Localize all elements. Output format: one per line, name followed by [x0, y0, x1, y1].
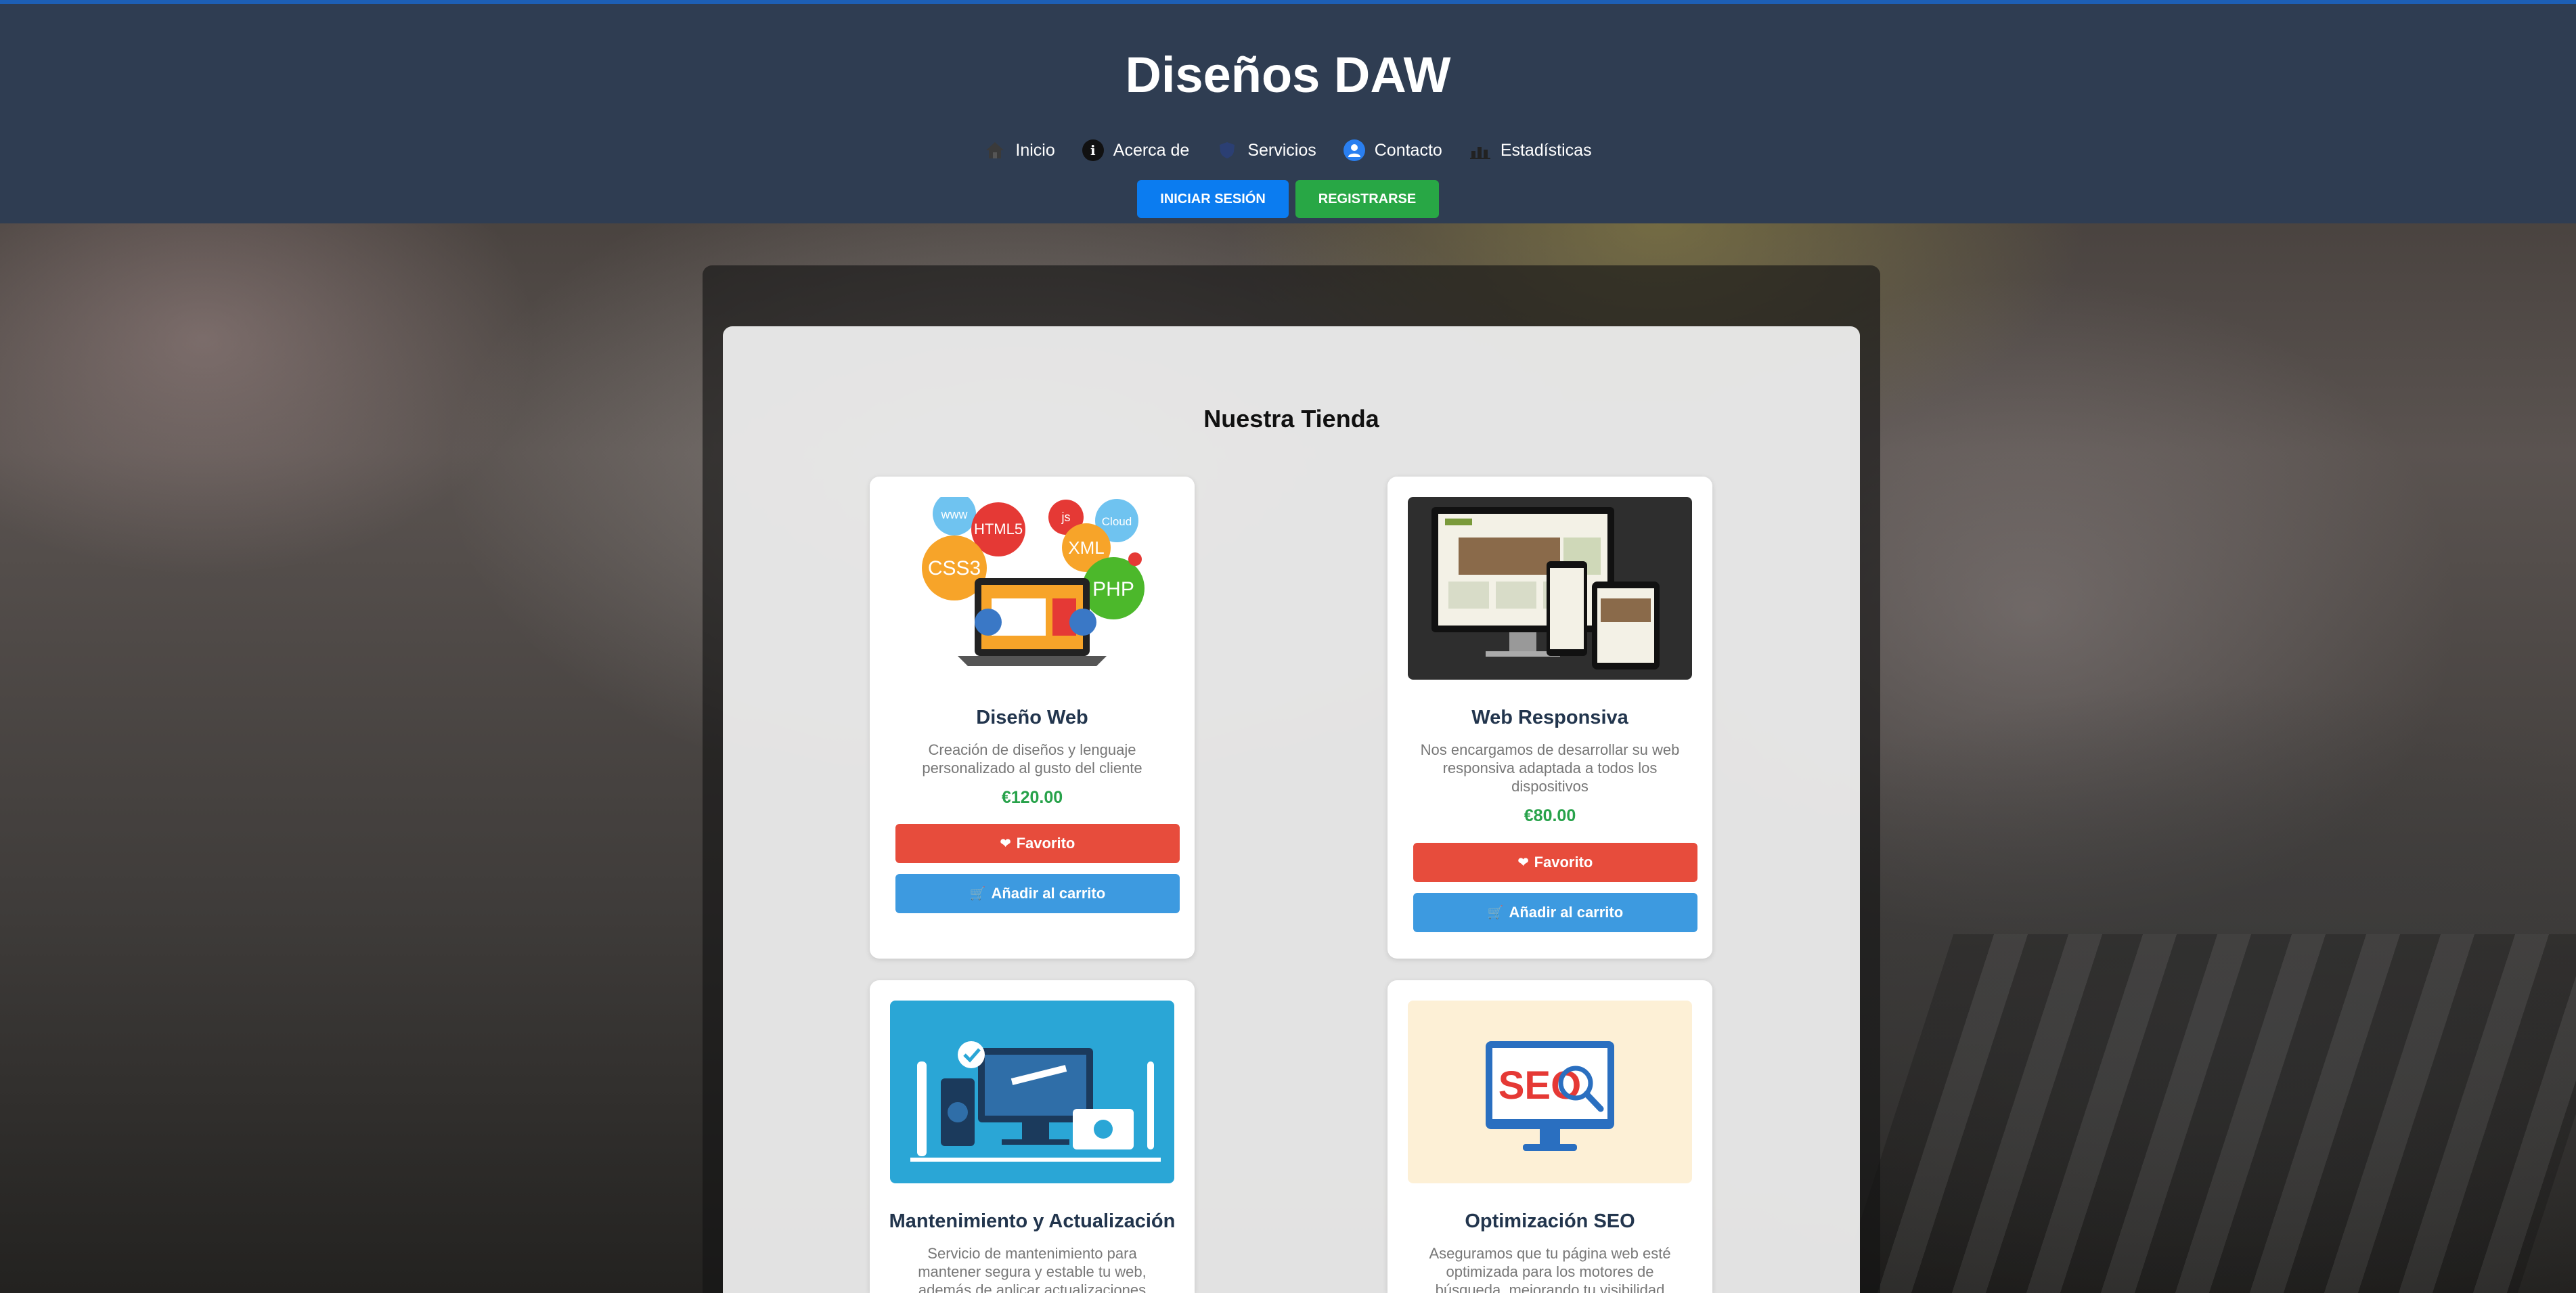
product-description: Nos encargamos de desarrollar su web res… — [1420, 741, 1680, 795]
product-price: €80.00 — [1524, 806, 1576, 825]
product-description: Servicio de mantenimiento para mantener … — [918, 1245, 1147, 1293]
chart-icon — [1469, 139, 1491, 161]
cart-icon: 🛒 — [1487, 906, 1504, 920]
heart-icon: ❤ — [1000, 836, 1011, 851]
product-description: Creación de diseños y lenguaje personali… — [922, 741, 1142, 776]
image-label-css3: CSS3 — [928, 557, 981, 579]
image-label-js: js — [1061, 510, 1071, 524]
shield-icon — [1216, 139, 1238, 161]
info-icon: i — [1082, 139, 1104, 161]
nav-item-acerca[interactable]: i Acerca de — [1078, 137, 1194, 164]
nav-item-servicios[interactable]: Servicios — [1212, 137, 1320, 164]
site-title: Diseños DAW — [1125, 47, 1451, 103]
product-image-seo: SEO — [1408, 1001, 1692, 1183]
nav-item-estadisticas[interactable]: Estadísticas — [1465, 137, 1596, 164]
favorite-label: Favorito — [1534, 854, 1593, 871]
home-icon — [984, 139, 1006, 161]
main-nav: Inicio i Acerca de Servicios Contacto Es… — [0, 137, 2576, 164]
image-label-www: www — [941, 508, 969, 521]
product-title: Optimización SEO — [1465, 1210, 1635, 1232]
nav-item-inicio[interactable]: Inicio — [980, 137, 1059, 164]
nav-label-inicio: Inicio — [1015, 140, 1055, 160]
favorite-button[interactable]: ❤ Favorito — [895, 824, 1180, 863]
nav-label-estadisticas: Estadísticas — [1500, 140, 1592, 160]
product-card-mantenimiento: Mantenimiento y Actualización Servicio d… — [870, 980, 1195, 1293]
user-icon — [1343, 139, 1365, 161]
nav-item-contacto[interactable]: Contacto — [1339, 137, 1446, 164]
product-card-diseno-web: www HTML5 js Cloud CSS3 XML PHP Diseño W… — [870, 477, 1195, 959]
auth-buttons: Iniciar sesión Registrarse — [0, 180, 2576, 218]
image-label-php: PHP — [1092, 578, 1134, 600]
product-description: Aseguramos que tu página web esté optimi… — [1429, 1245, 1671, 1293]
cart-label: Añadir al carrito — [991, 885, 1106, 902]
login-button[interactable]: Iniciar sesión — [1137, 180, 1289, 218]
image-label-cloud: Cloud — [1102, 515, 1132, 528]
site-header: Diseños DAW Inicio i Acerca de Servicios… — [0, 0, 2576, 223]
image-label-xml: XML — [1068, 538, 1104, 558]
nav-label-contacto: Contacto — [1374, 140, 1442, 160]
product-image-maintenance — [890, 1001, 1174, 1183]
background-keyboard — [1836, 934, 2576, 1293]
add-to-cart-button[interactable]: 🛒 Añadir al carrito — [1413, 893, 1697, 932]
favorite-button[interactable]: ❤ Favorito — [1413, 843, 1697, 882]
product-price: €120.00 — [1001, 788, 1063, 807]
favorite-label: Favorito — [1016, 835, 1075, 852]
image-label-html5: HTML5 — [974, 521, 1023, 538]
product-title: Web Responsiva — [1471, 707, 1628, 728]
product-card-web-responsiva: Web Responsiva Nos encargamos de desarro… — [1387, 477, 1712, 959]
product-image-web-design: www HTML5 js Cloud CSS3 XML PHP — [890, 497, 1174, 680]
add-to-cart-button[interactable]: 🛒 Añadir al carrito — [895, 874, 1180, 913]
product-title: Diseño Web — [976, 707, 1088, 728]
nav-label-servicios: Servicios — [1247, 140, 1316, 160]
product-card-seo: SEO Optimización SEO Aseguramos que tu p… — [1387, 980, 1712, 1293]
heart-icon: ❤ — [1517, 855, 1529, 870]
product-image-responsive — [1408, 497, 1692, 680]
cart-label: Añadir al carrito — [1509, 904, 1624, 921]
cart-icon: 🛒 — [969, 887, 986, 901]
register-button[interactable]: Registrarse — [1295, 180, 1439, 218]
store-title: Nuestra Tienda — [1203, 405, 1379, 433]
nav-label-acerca: Acerca de — [1113, 140, 1190, 160]
product-title: Mantenimiento y Actualización — [889, 1210, 1176, 1232]
